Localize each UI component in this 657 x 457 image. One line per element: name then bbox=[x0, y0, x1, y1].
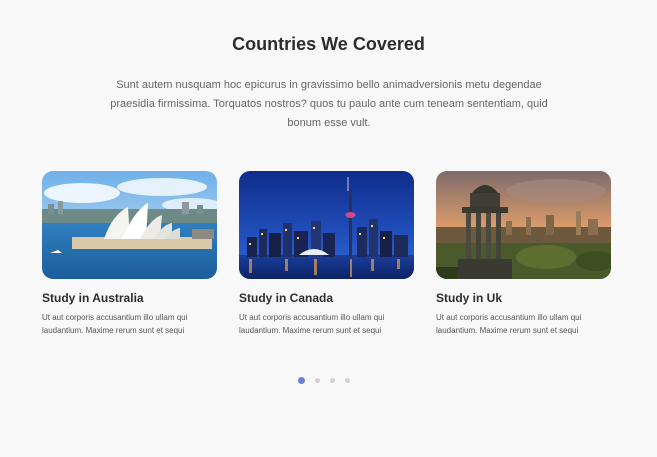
carousel-dot-3[interactable] bbox=[330, 377, 335, 383]
country-card-uk[interactable]: Study in Uk Ut aut corporis accusantium … bbox=[436, 171, 611, 337]
country-card-canada[interactable]: Study in Canada Ut aut corporis accusant… bbox=[239, 171, 414, 337]
carousel-dot-4[interactable] bbox=[345, 377, 350, 383]
country-card-australia[interactable]: Study in Australia Ut aut corporis accus… bbox=[42, 171, 217, 337]
section-title: Countries We Covered bbox=[232, 34, 425, 54]
edinburgh-monument-image[interactable] bbox=[436, 171, 611, 279]
card-text: Ut aut corporis accusantium illo ullam q… bbox=[436, 313, 582, 335]
card-text: Ut aut corporis accusantium illo ullam q… bbox=[239, 313, 385, 335]
card-title[interactable]: Study in Uk bbox=[436, 291, 611, 305]
carousel-dot-1[interactable] bbox=[298, 376, 305, 384]
card-title[interactable]: Study in Australia bbox=[42, 291, 217, 305]
section-description: Sunt autem nusquam hoc epicurus in gravi… bbox=[110, 79, 548, 129]
carousel-pagination bbox=[298, 376, 350, 384]
card-title[interactable]: Study in Canada bbox=[239, 291, 414, 305]
carousel-dot-2[interactable] bbox=[315, 377, 320, 383]
toronto-skyline-image[interactable] bbox=[239, 171, 414, 279]
sydney-opera-house-image[interactable] bbox=[42, 171, 217, 279]
card-text: Ut aut corporis accusantium illo ullam q… bbox=[42, 313, 188, 335]
